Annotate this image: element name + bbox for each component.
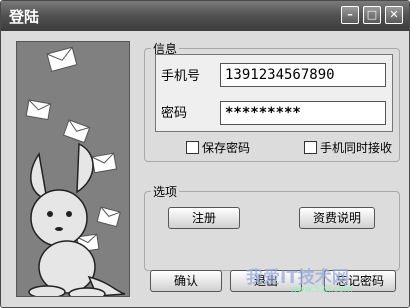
- password-label: 密码: [161, 106, 188, 121]
- fee-info-button[interactable]: 资费说明: [299, 207, 375, 229]
- window-content: 信息 手机号 1391234567890 密码 ********* 保存密码 手…: [2, 31, 408, 307]
- options-group: 选项: [144, 183, 400, 271]
- window-title: 登陆: [9, 8, 40, 26]
- mascot-image: [25, 46, 126, 301]
- phone-receive-box[interactable]: [304, 141, 317, 154]
- save-password-checkbox[interactable]: 保存密码: [186, 139, 250, 156]
- phone-label: 手机号: [161, 69, 201, 84]
- save-password-box[interactable]: [186, 141, 199, 154]
- save-password-label: 保存密码: [202, 141, 251, 155]
- login-window: 登陆 – □ ✕ 信息 手机号 1391234567890 密码 *******…: [0, 0, 410, 308]
- phone-input[interactable]: 1391234567890: [220, 63, 386, 87]
- maximize-icon[interactable]: □: [363, 6, 381, 24]
- phone-receive-label: 手机同时接收: [320, 141, 393, 155]
- watermark-url: www.52ij.com: [290, 285, 353, 295]
- phone-receive-checkbox[interactable]: 手机同时接收: [304, 139, 392, 156]
- title-bar[interactable]: 登陆 – □ ✕: [1, 1, 409, 31]
- minimize-icon[interactable]: –: [341, 6, 359, 24]
- options-group-title: 选项: [151, 183, 180, 200]
- kangaroo-illustration: [16, 41, 130, 301]
- close-icon[interactable]: ✕: [385, 6, 403, 24]
- register-button[interactable]: 注册: [168, 207, 240, 229]
- confirm-button[interactable]: 确认: [150, 270, 222, 292]
- password-input[interactable]: *********: [220, 101, 386, 125]
